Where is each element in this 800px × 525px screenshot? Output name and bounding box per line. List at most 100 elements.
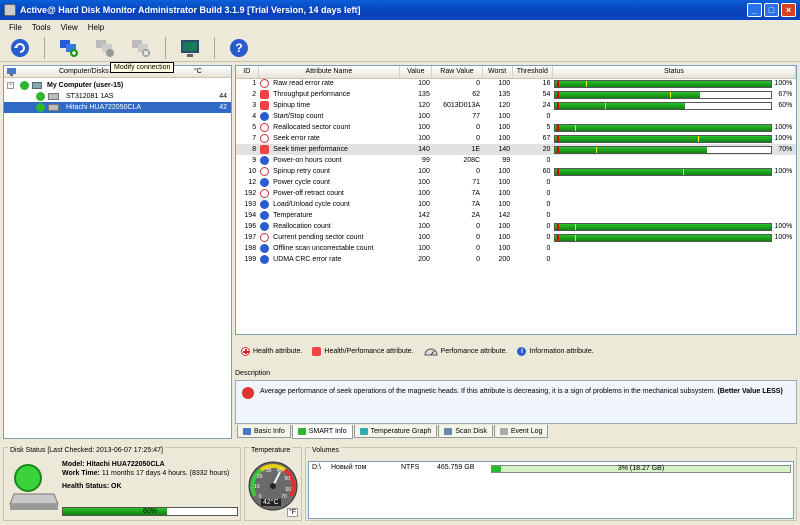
col-computer-disks[interactable]: Computer/Disks — [59, 68, 109, 75]
smart-row[interactable]: 194 Temperature 142 2A 142 0 — [236, 210, 796, 221]
maximize-button[interactable]: □ — [764, 3, 779, 17]
tab-label: Scan Disk — [455, 427, 487, 435]
attribute-value: 100 — [418, 168, 430, 175]
attribute-threshold: 0 — [546, 201, 551, 208]
status-bar-threshold-marker — [669, 91, 671, 98]
attribute-worst: 100 — [498, 80, 511, 88]
status-bar — [554, 90, 773, 99]
smart-row[interactable]: 10 Spinup retry count 100 0 100 60 100% — [236, 166, 796, 177]
attribute-status — [552, 111, 795, 122]
attribute-threshold: 0 — [546, 179, 551, 186]
menu-file[interactable]: File — [4, 23, 27, 32]
temperature-value: 42°C — [261, 499, 281, 506]
close-button[interactable]: × — [781, 3, 796, 17]
information-attribute-icon: i — [517, 346, 527, 356]
smart-row[interactable]: 1 Raw read error rate 100 0 100 16 100% — [236, 78, 796, 89]
status-percent: 100% — [774, 124, 793, 131]
status-bar-fill — [555, 124, 772, 131]
modify-connection-button[interactable] — [93, 36, 117, 60]
attribute-id: 8 — [236, 144, 259, 155]
tree-computer[interactable]: − My Computer (user-15) — [4, 80, 231, 91]
attribute-status: 100% — [552, 133, 795, 144]
col-temp[interactable]: °C — [194, 68, 202, 75]
tab-strip: Basic Info SMART Info Temperature Graph … — [237, 425, 549, 439]
menu-tools[interactable]: Tools — [27, 23, 56, 32]
refresh-button[interactable] — [8, 36, 32, 60]
attribute-name: Temperature — [273, 212, 313, 219]
attribute-type-cell — [258, 254, 271, 265]
smart-row[interactable]: 192 Power-off retract count 100 7A 100 0 — [236, 188, 796, 199]
menu-view[interactable]: View — [56, 23, 83, 32]
tab-scan-disk[interactable]: Scan Disk — [438, 425, 493, 438]
attribute-name: Seek error rate — [273, 135, 320, 142]
tab-temperature-graph[interactable]: Temperature Graph — [353, 425, 438, 438]
add-connection-button[interactable] — [57, 36, 81, 60]
help-button[interactable]: ? — [227, 36, 251, 60]
attribute-raw-value: 7A — [471, 190, 481, 197]
col-status[interactable]: Status — [552, 66, 796, 79]
computer-icon — [32, 82, 42, 89]
legend-info: i Information attribute. — [517, 346, 594, 356]
toolbar-separator — [44, 36, 45, 59]
tab-smart-info[interactable]: SMART Info — [291, 425, 353, 439]
disk-name: Hitachi HUA722050CLA — [66, 104, 142, 111]
attribute-value: 140 — [399, 144, 432, 155]
smart-row[interactable]: 199 UDMA CRC error rate 200 0 200 0 — [236, 254, 796, 265]
attribute-value: 100 — [418, 179, 430, 186]
collapse-icon[interactable]: − — [7, 82, 14, 89]
attribute-raw-value: 0 — [476, 168, 481, 175]
col-value[interactable]: Value — [399, 66, 433, 79]
smart-row[interactable]: 8 Seek timer performance 140 1E 140 20 70% — [236, 144, 796, 155]
status-bar-worst-marker — [557, 135, 560, 142]
smart-row[interactable]: 4 Start/Stop count 100 77 100 0 — [236, 111, 796, 122]
smart-row[interactable]: 2 Throughput performance 135 62 135 54 67% — [236, 89, 796, 100]
smart-row[interactable]: 193 Load/Unload cycle count 100 7A 100 0 — [236, 199, 796, 210]
attribute-threshold: 24 — [542, 102, 551, 109]
temperature-unit-toggle[interactable]: °F — [287, 508, 299, 517]
col-id[interactable]: ID — [236, 66, 259, 79]
attribute-id: 10 — [248, 168, 257, 175]
tab-event-log[interactable]: Event Log — [493, 425, 549, 438]
smart-row[interactable]: 198 Offline scan uncorrectable count 100 0 1… — [236, 243, 796, 254]
tab-basic-info[interactable]: Basic Info — [237, 425, 291, 438]
volume-row[interactable]: D:\ Новый том NTFS 465.759 GB 3% (18.27 … — [309, 464, 793, 474]
monitor-button[interactable] — [178, 36, 202, 60]
attribute-type-cell — [258, 199, 271, 210]
tree-disk-selected[interactable]: Hitachi HUA722050CLA 42 — [4, 102, 231, 113]
attribute-status: 100% — [552, 78, 795, 89]
tree-disk[interactable]: ST312081 1AS 44 — [4, 91, 231, 102]
status-bar-fill — [555, 168, 772, 175]
col-worst[interactable]: Worst — [482, 66, 513, 79]
attribute-value: 100 — [418, 124, 430, 131]
smart-row[interactable]: 5 Reallocated sector count 100 0 100 5 100% — [236, 122, 796, 133]
health-attribute-icon — [260, 233, 270, 242]
smart-row[interactable]: 197 Current pending sector count 100 0 100 0 1… — [236, 232, 796, 243]
attribute-status: 100% — [552, 232, 795, 243]
health-performance-attribute-icon — [260, 90, 270, 99]
smart-row[interactable]: 7 Seek error rate 100 0 100 67 100% — [236, 133, 796, 144]
attribute-id: 199 — [244, 256, 257, 263]
status-percent: 70% — [778, 146, 793, 153]
legend-healthperf-label: Health/Perfomance attribute. — [324, 347, 414, 355]
remove-connection-button[interactable] — [129, 36, 153, 60]
minimize-button[interactable]: _ — [747, 3, 762, 17]
smart-row[interactable]: 9 Power-on hours count 99 208C 99 0 — [236, 155, 796, 166]
smart-row[interactable]: 12 Power cycle count 100 71 100 0 — [236, 177, 796, 188]
worktime-label: Work Time: — [62, 470, 100, 477]
menu-help[interactable]: Help — [83, 23, 109, 32]
attribute-type-cell — [258, 166, 271, 177]
remove-connection-icon — [132, 39, 150, 57]
col-threshold[interactable]: Threshold — [512, 66, 553, 79]
smart-row[interactable]: 196 Reallocation count 100 0 100 0 100% — [236, 221, 796, 232]
status-bar-worst-marker — [557, 102, 560, 109]
toolbar-separator — [214, 36, 215, 59]
attribute-worst: 120 — [498, 102, 511, 109]
attribute-value: 100 — [418, 135, 430, 142]
attribute-name: Seek timer performance — [271, 144, 400, 155]
col-raw-value[interactable]: Raw Value — [431, 66, 483, 79]
smart-row[interactable]: 3 Spinup time 120 6013D013A 120 24 60% — [236, 100, 796, 111]
col-attribute-name[interactable]: Attribute Name — [258, 66, 401, 79]
status-bar-fill — [555, 146, 707, 153]
svg-text:?: ? — [235, 41, 242, 55]
status-bar-worst-marker — [557, 223, 560, 230]
